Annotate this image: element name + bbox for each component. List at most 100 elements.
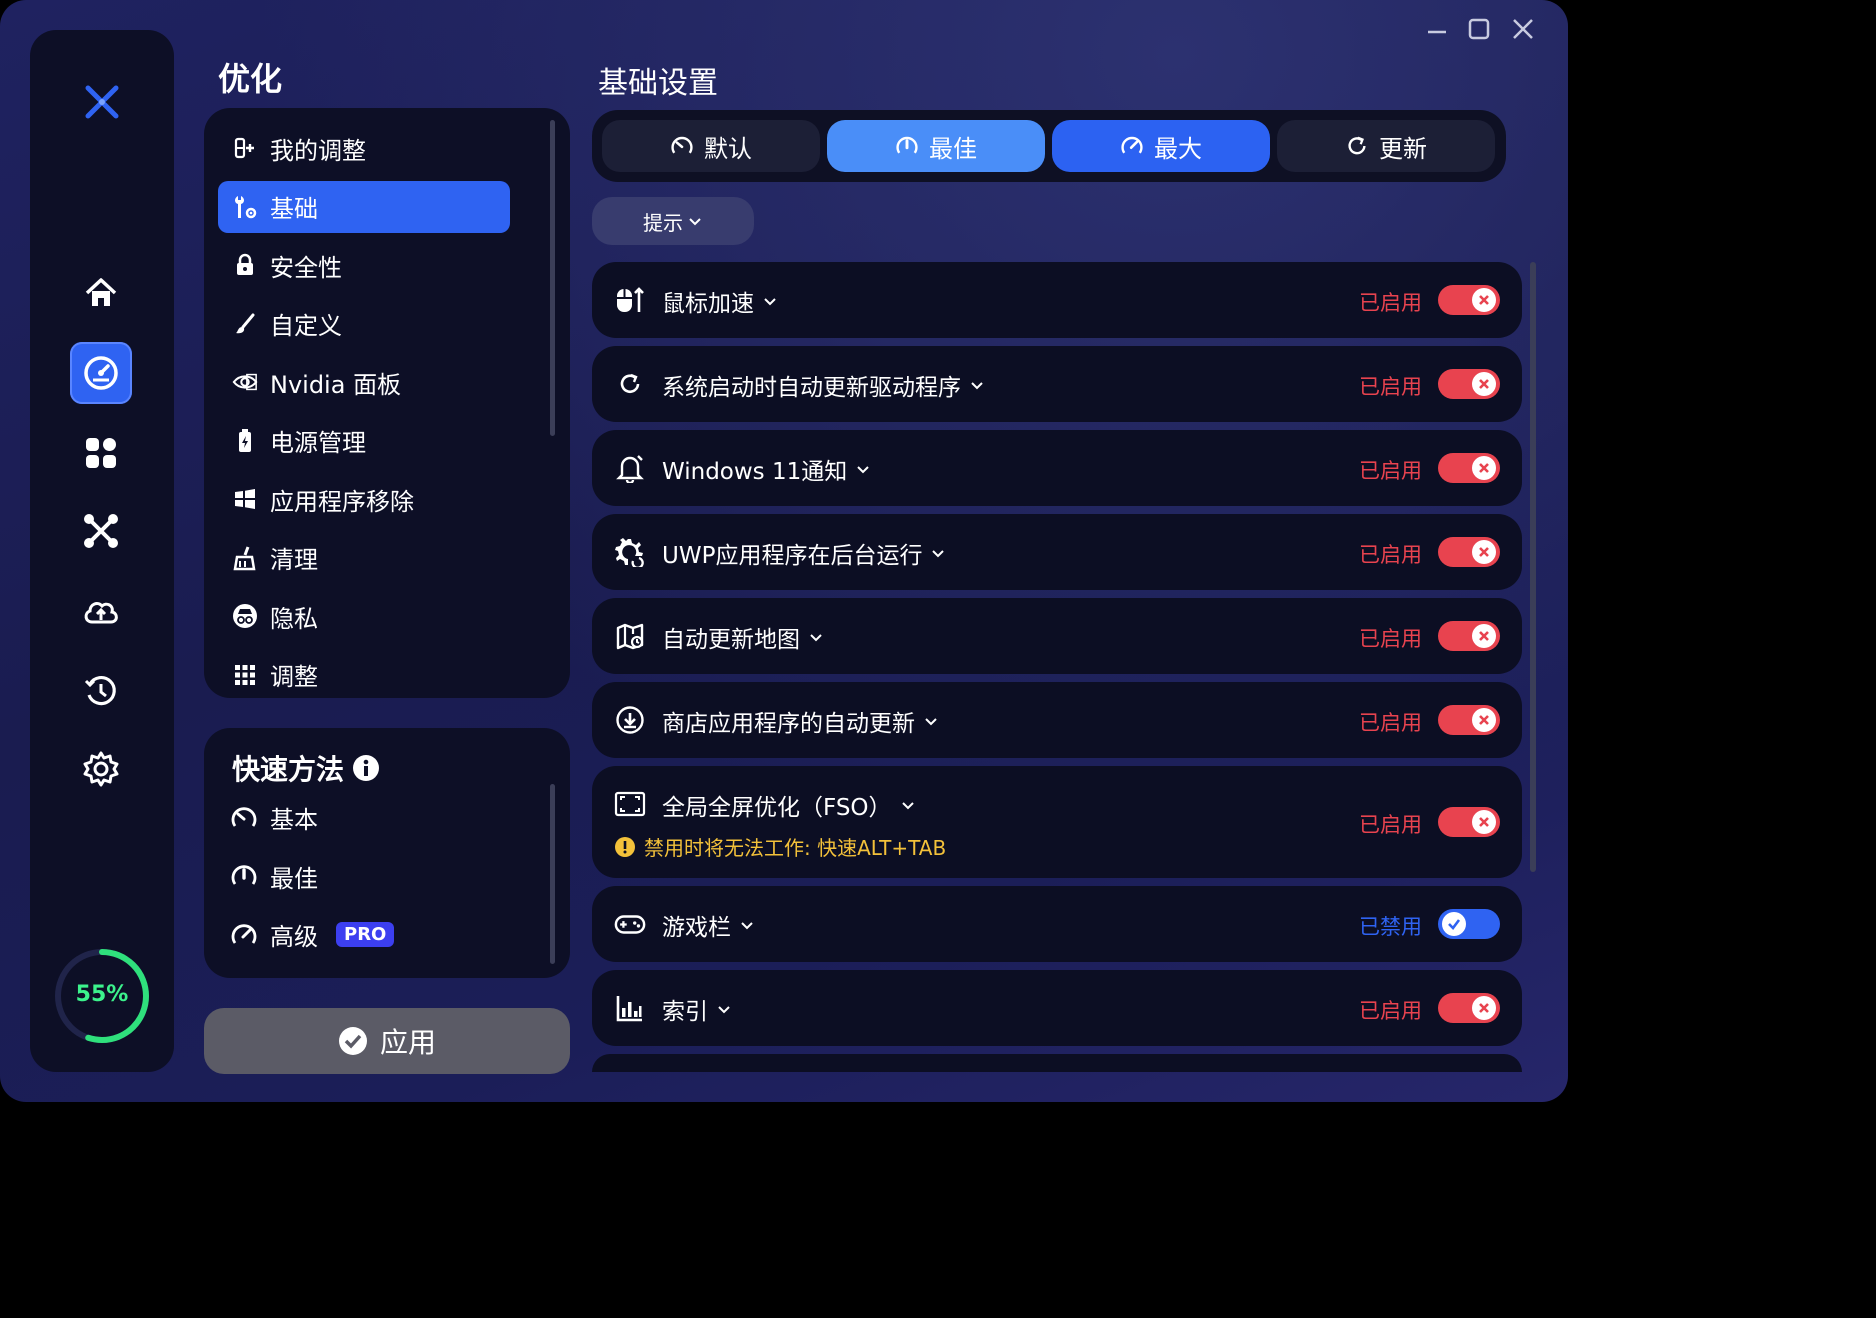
setting-row: 游戏栏 已禁用: [592, 886, 1522, 962]
settings-scrollbar[interactable]: [1530, 262, 1536, 872]
nav-tools[interactable]: [70, 500, 132, 562]
nav-cloud[interactable]: [70, 580, 132, 642]
apply-button[interactable]: 应用: [204, 1008, 570, 1074]
x-icon: [1479, 715, 1489, 725]
setting-status: 已启用: [1359, 627, 1422, 651]
nav-settings[interactable]: [70, 738, 132, 800]
gauge-low-icon: [230, 804, 258, 832]
menu-item[interactable]: 清理: [218, 532, 510, 584]
menu-item[interactable]: 安全性: [218, 239, 510, 291]
chevron-down-icon: [857, 466, 869, 474]
setting-row: Windows 11通知 已启用: [592, 430, 1522, 506]
setting-toggle[interactable]: [1438, 621, 1500, 651]
setting-status: 已启用: [1359, 999, 1422, 1023]
broom-icon: [232, 545, 258, 571]
setting-dropdown[interactable]: 全局全屏优化（FSO）: [662, 788, 916, 822]
menu-item[interactable]: 隐私: [218, 590, 510, 642]
preset-label: 最佳: [929, 134, 977, 163]
quick-method-item[interactable]: 最佳: [230, 859, 318, 894]
setting-dropdown[interactable]: 自动更新地图: [662, 620, 824, 654]
quick-method-item[interactable]: 高级 PRO: [230, 917, 395, 952]
menu-item[interactable]: 自定义: [218, 298, 510, 350]
check-circle-icon: [338, 1027, 367, 1055]
x-icon: [1479, 1003, 1489, 1013]
chevron-down-icon: [810, 634, 822, 642]
preset-button[interactable]: 更新: [1277, 120, 1495, 172]
setting-label: 全局全屏优化（FSO）: [662, 795, 892, 821]
setting-dropdown[interactable]: 索引: [662, 992, 732, 1026]
x-icon: [1479, 295, 1489, 305]
setting-dropdown[interactable]: 系统启动时自动更新驱动程序: [662, 368, 985, 402]
gear-refresh-icon: [614, 536, 646, 568]
menu-item-label: 清理: [270, 546, 318, 574]
preset-button[interactable]: 最大: [1052, 120, 1270, 172]
toggle-knob: [1472, 288, 1496, 312]
menu-item[interactable]: 应用程序移除: [218, 473, 510, 525]
menu-item[interactable]: Nvidia 面板: [218, 356, 510, 408]
cloud-icon: [84, 602, 118, 624]
setting-status: 已启用: [1359, 543, 1422, 567]
setting-dropdown[interactable]: 鼠标加速: [662, 284, 778, 318]
preset-button[interactable]: 默认: [602, 120, 820, 172]
preset-button[interactable]: 最佳: [827, 120, 1045, 172]
tools-icon: [84, 514, 118, 548]
quick-methods-title: 快速方法: [232, 753, 345, 786]
info-icon[interactable]: [352, 754, 380, 782]
minimize-icon[interactable]: [1422, 14, 1452, 44]
chart-icon: [614, 992, 646, 1024]
my-tweaks-icon: [232, 135, 258, 161]
toggle-knob: [1472, 372, 1496, 396]
close-icon[interactable]: [1508, 14, 1538, 44]
setting-label: 游戏栏: [662, 915, 731, 941]
menu-item-label: 电源管理: [270, 429, 366, 457]
app-logo-icon: [80, 80, 124, 124]
setting-dropdown[interactable]: 游戏栏: [662, 908, 755, 942]
setting-toggle[interactable]: [1438, 369, 1500, 399]
x-icon: [1479, 463, 1489, 473]
setting-status: 已启用: [1359, 711, 1422, 735]
setting-label: Windows 11通知: [662, 459, 848, 485]
setting-status: 已启用: [1359, 459, 1422, 483]
toggle-knob: [1472, 624, 1496, 648]
nav-optimize[interactable]: [70, 342, 132, 404]
quick-scrollbar[interactable]: [550, 784, 555, 964]
chevron-down-icon: [901, 802, 914, 810]
toggle-knob: [1472, 456, 1496, 480]
toggle-knob: [1472, 708, 1496, 732]
setting-row: 索引 已启用: [592, 970, 1522, 1046]
setting-toggle[interactable]: [1438, 285, 1500, 315]
pro-badge: PRO: [336, 922, 395, 947]
setting-dropdown[interactable]: 商店应用程序的自动更新: [662, 704, 939, 738]
menu-item[interactable]: 基础: [218, 180, 510, 233]
menu-item[interactable]: 电源管理: [218, 415, 510, 467]
chevron-down-icon: [932, 550, 945, 558]
setting-toggle[interactable]: [1438, 537, 1500, 567]
setting-toggle[interactable]: [1438, 807, 1500, 837]
setting-toggle[interactable]: [1438, 705, 1500, 735]
chevron-down-icon: [741, 922, 753, 930]
brush-icon: [232, 311, 258, 337]
menu-item-label: 应用程序移除: [270, 487, 414, 516]
setting-toggle[interactable]: [1438, 909, 1500, 939]
quick-method-item[interactable]: 基本: [230, 800, 318, 835]
menu-item[interactable]: 调整: [218, 649, 510, 701]
menu-item[interactable]: 我的调整: [218, 122, 510, 174]
nav-restore[interactable]: [70, 660, 132, 722]
check-icon: [1448, 919, 1461, 930]
app-window: 55% 优化 我的调整 基础 安全性 自定义 Nvidia 面板 电源管理 应用程序移除 清理…: [0, 0, 1568, 1102]
setting-status: 已启用: [1359, 375, 1422, 399]
menu-item-label: Nvidia 面板: [270, 370, 402, 399]
toggle-knob: [1472, 996, 1496, 1020]
setting-dropdown[interactable]: Windows 11通知: [662, 452, 871, 486]
nav-apps[interactable]: [70, 422, 132, 484]
optimize-menu: 我的调整基础安全性自定义 Nvidia 面板 电源管理应用程序移除 清理隐私调整: [204, 108, 570, 698]
setting-warning: 禁用时将无法工作: 快速ALT+TAB: [614, 832, 946, 861]
menu-scrollbar[interactable]: [550, 120, 555, 436]
setting-toggle[interactable]: [1438, 453, 1500, 483]
setting-toggle[interactable]: [1438, 993, 1500, 1023]
tips-dropdown[interactable]: 提示: [592, 197, 754, 245]
nav-home[interactable]: [70, 262, 132, 324]
maximize-icon[interactable]: [1464, 14, 1494, 44]
nav-rail: 55%: [30, 30, 174, 1072]
setting-dropdown[interactable]: UWP应用程序在后台运行: [662, 536, 946, 570]
